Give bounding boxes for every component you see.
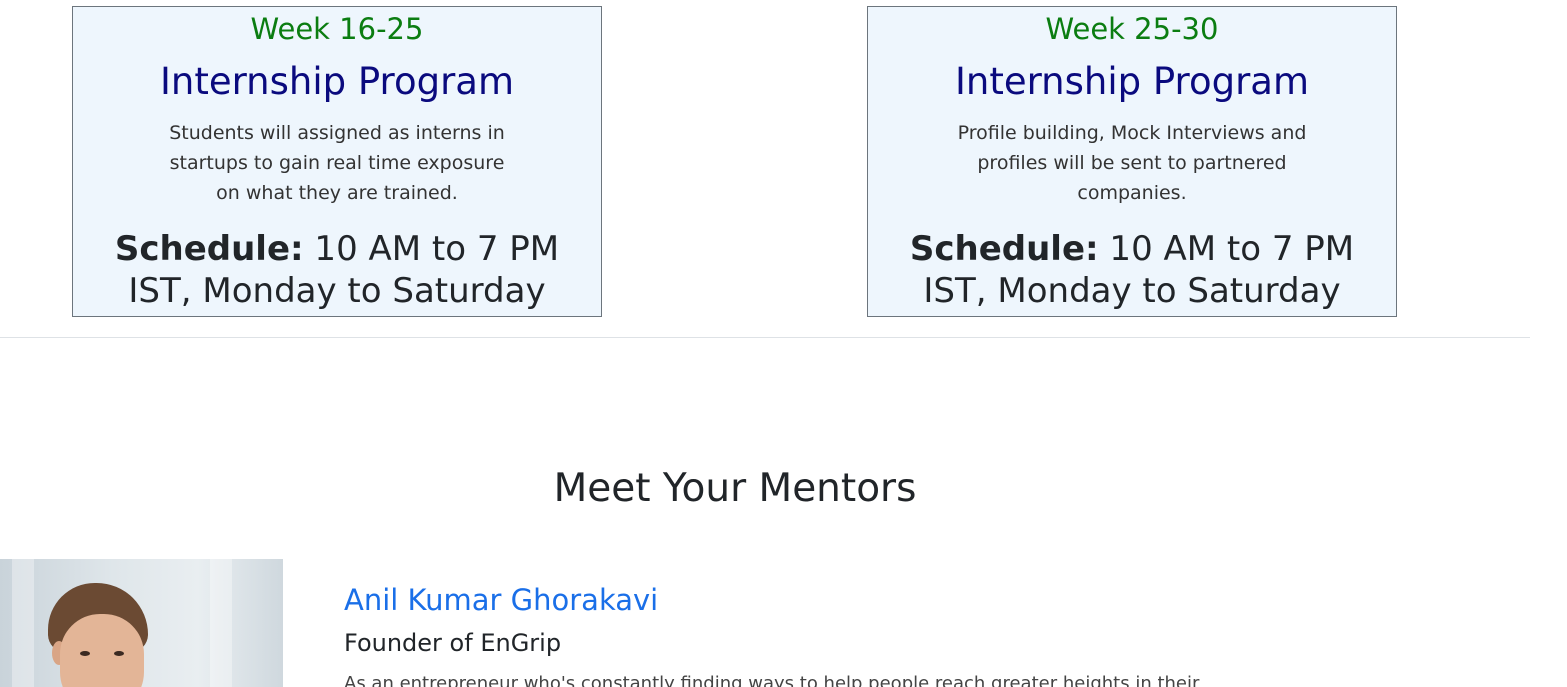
program-title: Internship Program — [954, 60, 1309, 103]
photo-background-stripe — [12, 559, 34, 687]
mentor-eye — [114, 651, 124, 656]
program-week-label: Week 25-30 — [1045, 12, 1219, 46]
schedule-label: Schedule: — [909, 229, 1099, 269]
mentor-eye — [80, 651, 90, 656]
mentor-name-link[interactable]: Anil Kumar Ghorakavi — [344, 582, 658, 618]
program-card-week-25-30: Week 25-30 Internship Program Profile bu… — [867, 6, 1397, 317]
schedule-label: Schedule: — [114, 229, 304, 269]
program-week-label: Week 16-25 — [250, 12, 424, 46]
program-description: Profile building, Mock Interviews and pr… — [957, 122, 1307, 204]
program-title: Internship Program — [159, 60, 514, 103]
mentor-photo — [0, 559, 283, 687]
mentor-role: Founder of EnGrip — [344, 629, 562, 657]
program-card-week-16-25: Week 16-25 Internship Program Students w… — [72, 6, 602, 317]
program-schedule: Schedule: 10 AM to 7 PM IST, Monday to S… — [882, 228, 1382, 312]
program-description: Students will assigned as interns in sta… — [169, 122, 505, 204]
mentor-bio: As an entrepreneur who's constantly find… — [344, 673, 1200, 687]
program-schedule: Schedule: 10 AM to 7 PM IST, Monday to S… — [87, 228, 587, 312]
photo-background-stripe — [210, 559, 232, 687]
page: Week 16-25 Internship Program Students w… — [0, 0, 1567, 687]
mentors-section-title: Meet Your Mentors — [553, 466, 917, 511]
mentor-face — [60, 614, 144, 687]
section-divider — [0, 337, 1530, 338]
